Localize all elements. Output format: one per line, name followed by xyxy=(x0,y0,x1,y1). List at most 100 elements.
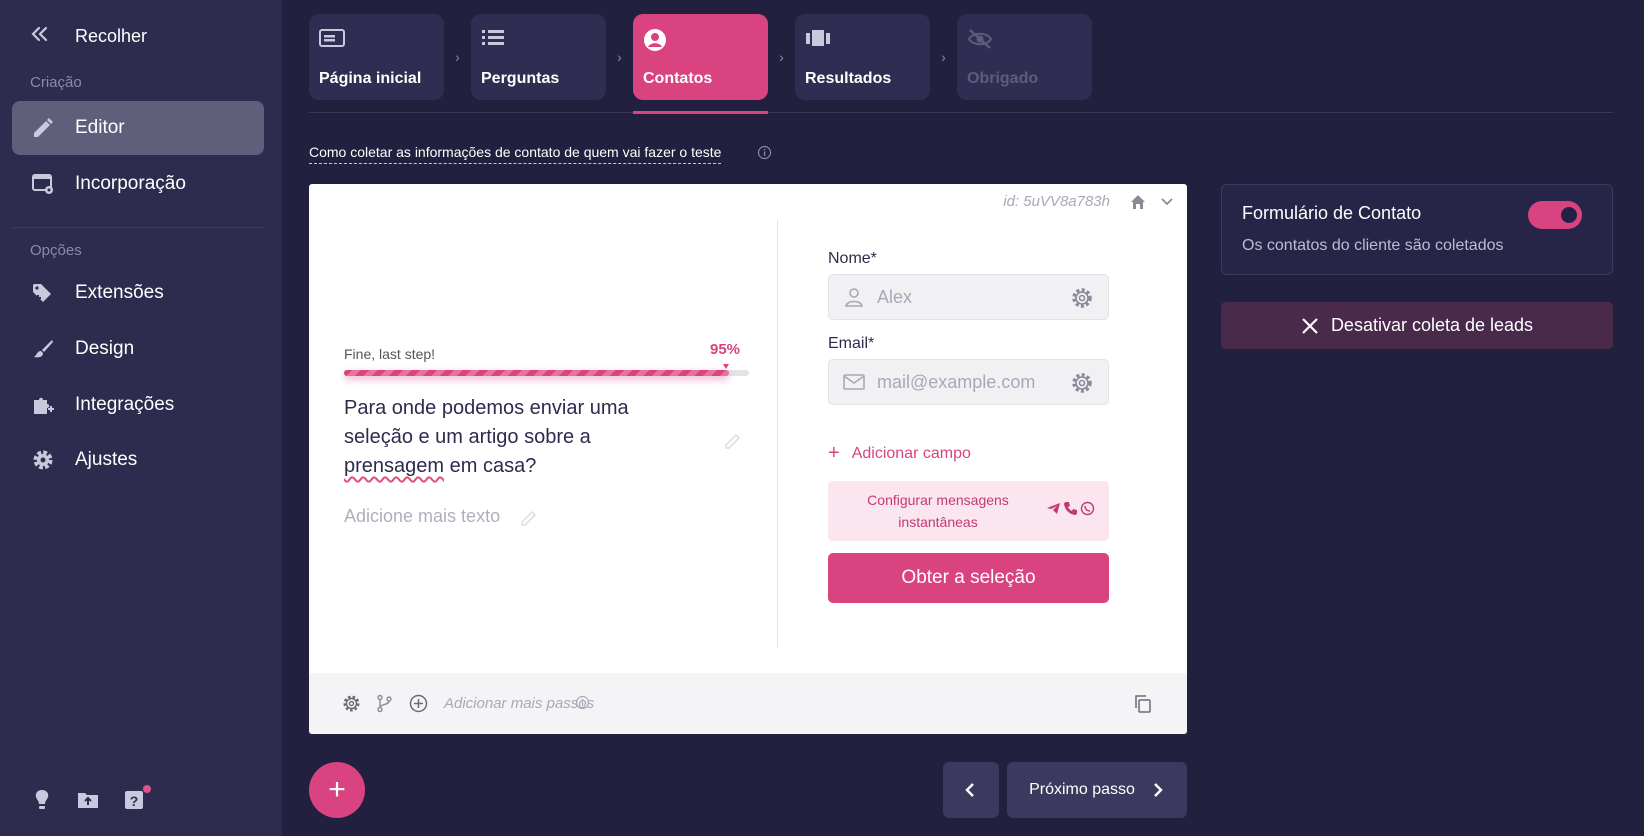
collapse-label: Recolher xyxy=(75,25,148,46)
chevron-right-icon xyxy=(1149,782,1165,798)
tag-plus-icon xyxy=(30,280,56,306)
card-icon xyxy=(319,28,345,52)
whatsapp-icon xyxy=(1080,501,1095,516)
get-selection-button[interactable]: Obter a seleção xyxy=(828,553,1109,603)
sidebar-item-extensions[interactable]: Extensões xyxy=(12,266,264,320)
progress-marker xyxy=(723,364,729,369)
step-tabs: Página inicial › Perguntas › Contatos › … xyxy=(309,14,1092,100)
chevron-left-icon xyxy=(965,783,974,797)
question-text[interactable]: Para onde podemos enviar uma seleção e u… xyxy=(344,394,664,481)
embed-gear-icon xyxy=(30,171,56,197)
gear-icon xyxy=(30,447,56,473)
tab-results[interactable]: Resultados xyxy=(795,14,930,100)
tab-start-page[interactable]: Página inicial xyxy=(309,14,444,100)
sidebar-item-embed[interactable]: Incorporação xyxy=(12,157,264,211)
branch-icon[interactable] xyxy=(375,694,394,713)
contact-form-subtitle: Os contatos do cliente são coletados xyxy=(1242,237,1504,254)
name-field[interactable]: Alex xyxy=(828,274,1109,320)
section-label-creation: Criação xyxy=(30,74,82,91)
tab-label: Página inicial xyxy=(319,70,422,87)
tab-label: Obrigado xyxy=(967,70,1039,87)
close-icon xyxy=(1301,317,1319,335)
add-circle-icon[interactable] xyxy=(409,694,428,713)
user-icon xyxy=(843,286,865,308)
contact-form-toggle[interactable] xyxy=(1528,201,1582,229)
tab-label: Perguntas xyxy=(481,70,560,87)
contact-form-panel: Formulário de Contato Os contatos do cli… xyxy=(1221,184,1613,275)
chevron-right-icon: › xyxy=(941,49,946,65)
lightbulb-icon[interactable] xyxy=(30,788,56,814)
pencil-icon xyxy=(30,115,56,141)
sidebar-item-label: Extensões xyxy=(75,282,164,303)
collapse-button[interactable]: Recolher xyxy=(30,22,147,50)
add-field-button[interactable]: + Adicionar campo xyxy=(828,442,971,465)
section-hint[interactable]: Como coletar as informações de contato d… xyxy=(309,144,722,164)
name-label: Nome* xyxy=(828,250,877,267)
toggle-knob xyxy=(1561,207,1577,223)
telegram-icon xyxy=(1047,503,1060,514)
sidebar-item-label: Integrações xyxy=(75,394,175,415)
plus-icon: + xyxy=(828,442,840,464)
copy-icon[interactable] xyxy=(1133,694,1152,713)
edit-pencil-icon[interactable] xyxy=(723,431,743,451)
next-step-label: Próximo passo xyxy=(1029,781,1135,798)
sidebar-item-integrations[interactable]: Integrações xyxy=(12,378,264,432)
info-icon[interactable] xyxy=(757,145,772,160)
messenger-icons xyxy=(1046,501,1095,516)
sidebar-item-editor[interactable]: Editor xyxy=(12,101,264,155)
tab-questions[interactable]: Perguntas xyxy=(471,14,606,100)
add-more-steps[interactable]: Adicionar mais passos xyxy=(444,695,594,712)
folder-upload-icon[interactable] xyxy=(76,788,102,814)
sidebar-item-label: Ajustes xyxy=(75,449,138,470)
double-chevron-left-icon xyxy=(30,26,60,47)
deactivate-label: Desativar coleta de leads xyxy=(1330,315,1534,335)
chevron-down-icon[interactable] xyxy=(1159,193,1175,209)
brush-icon xyxy=(30,336,56,362)
phone-icon xyxy=(1064,502,1077,515)
info-icon[interactable] xyxy=(575,695,590,710)
sidebar: Recolher Criação Editor Incorporação Opç… xyxy=(0,0,282,836)
field-settings-gear-icon[interactable] xyxy=(1070,286,1094,310)
card-divider xyxy=(777,220,778,648)
configure-messengers-button[interactable]: Configurar mensagens instantâneas xyxy=(828,481,1109,541)
progress-label: Fine, last step! xyxy=(344,346,436,362)
sidebar-item-label: Design xyxy=(75,338,135,359)
tab-label: Resultados xyxy=(805,70,892,87)
progress-bar xyxy=(344,370,749,376)
email-field[interactable]: mail@example.com xyxy=(828,359,1109,405)
email-label: Email* xyxy=(828,335,875,352)
chevron-right-icon: › xyxy=(617,49,622,65)
user-circle-icon xyxy=(643,28,669,52)
progress-fill xyxy=(344,370,729,376)
tab-thanks[interactable]: Obrigado xyxy=(957,14,1092,100)
question-line: em casa? xyxy=(444,455,537,477)
sidebar-divider xyxy=(12,227,264,228)
puzzle-plus-icon xyxy=(30,392,56,418)
home-icon[interactable] xyxy=(1129,193,1147,211)
tab-contacts[interactable]: Contatos xyxy=(633,14,768,100)
card-footer: Adicionar mais passos xyxy=(309,673,1187,734)
email-placeholder: mail@example.com xyxy=(877,371,1036,392)
eye-off-icon xyxy=(967,28,993,52)
name-placeholder: Alex xyxy=(877,286,913,307)
field-settings-gear-icon[interactable] xyxy=(1070,371,1094,395)
svg-text:?: ? xyxy=(130,793,139,809)
settings-gear-icon[interactable] xyxy=(342,694,361,713)
add-step-fab[interactable]: + xyxy=(309,762,365,818)
step-preview-card: id: 5uVV8a783h Fine, last step! 95% Para… xyxy=(309,184,1187,734)
help-icon[interactable]: ? xyxy=(122,785,151,814)
tab-label: Contatos xyxy=(643,70,713,87)
add-field-label: Adicionar campo xyxy=(851,444,971,462)
deactivate-leads-button[interactable]: Desativar coleta de leads xyxy=(1221,302,1613,349)
add-more-text[interactable]: Adicione mais texto xyxy=(344,506,500,527)
sidebar-item-design[interactable]: Design xyxy=(12,322,264,376)
section-label-options: Opções xyxy=(30,242,82,259)
list-icon xyxy=(481,28,507,52)
notification-dot xyxy=(143,785,151,793)
chevron-right-icon: › xyxy=(455,49,460,65)
sidebar-item-settings[interactable]: Ajustes xyxy=(12,433,264,487)
next-step-button[interactable]: Próximo passo xyxy=(1007,762,1187,818)
tabs-divider xyxy=(309,112,1613,113)
previous-step-button[interactable] xyxy=(943,762,999,818)
edit-pencil-icon[interactable] xyxy=(519,508,539,528)
